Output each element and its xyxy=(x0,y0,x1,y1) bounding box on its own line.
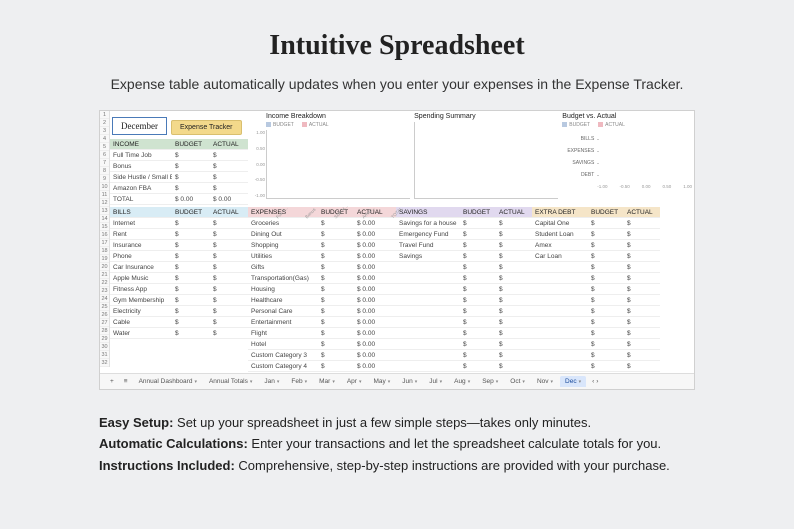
table-row[interactable]: Rent$$ xyxy=(110,229,248,240)
chart-legend: BUDGETACTUAL xyxy=(266,122,410,128)
tab-annual-totals[interactable]: Annual Totals▾ xyxy=(204,376,257,387)
table-row[interactable]: Car Loan$$ xyxy=(532,251,660,262)
table-row[interactable]: Capital One$$ xyxy=(532,218,660,229)
table-row[interactable]: Housing$$ 0.00 xyxy=(248,284,396,295)
table-row[interactable]: Flight$$ 0.00 xyxy=(248,328,396,339)
table-row[interactable]: Transportation(Gas)$$ 0.00 xyxy=(248,273,396,284)
table-row[interactable]: Fitness App$$ xyxy=(110,284,248,295)
chart-title: Income Breakdown xyxy=(266,113,410,120)
table-row[interactable]: $$ xyxy=(396,262,532,273)
table-row[interactable]: Entertainment$$ 0.00 xyxy=(248,317,396,328)
table-row[interactable]: $$ xyxy=(532,339,660,350)
chart-title: Budget vs. Actual xyxy=(562,113,692,120)
table-row[interactable]: Electricity$$ xyxy=(110,306,248,317)
table-row[interactable]: Shopping$$ 0.00 xyxy=(248,240,396,251)
add-sheet-icon[interactable]: + xyxy=(106,378,118,385)
feature-line: Easy Setup: Set up your spreadsheet in j… xyxy=(99,412,695,433)
sheet-tabs: + ≡ Annual Dashboard▾Annual Totals▾Jan▾F… xyxy=(100,373,694,389)
page-title: Intuitive Spreadsheet xyxy=(0,0,794,62)
table-row[interactable]: $$ xyxy=(532,262,660,273)
tab-jun[interactable]: Jun▾ xyxy=(397,376,422,387)
scroll-right-icon[interactable]: › xyxy=(596,378,598,385)
table-row[interactable]: Dining Out$$ 0.00 xyxy=(248,229,396,240)
row-numbers: 1234567891011121314151617181920212223242… xyxy=(100,111,110,367)
table-row[interactable]: $$ xyxy=(532,295,660,306)
expenses-table: EXPENSESBUDGETACTUALGroceries$$ 0.00Dini… xyxy=(248,207,396,390)
table-row[interactable]: $$ xyxy=(396,284,532,295)
table-row[interactable]: $$ xyxy=(396,317,532,328)
table-row[interactable]: Travel Fund$$ xyxy=(396,240,532,251)
chart-title: Spending Summary xyxy=(414,113,558,120)
tab-may[interactable]: May▾ xyxy=(368,376,395,387)
table-row[interactable]: $$ xyxy=(532,361,660,372)
month-cell[interactable]: December xyxy=(112,117,167,135)
table-row[interactable]: Emergency Fund$$ xyxy=(396,229,532,240)
table-row[interactable]: Custom Category 4$$ 0.00 xyxy=(248,361,396,372)
tab-jul[interactable]: Jul▾ xyxy=(424,376,447,387)
table-row[interactable]: $$ xyxy=(532,350,660,361)
table-row[interactable]: $$ xyxy=(532,306,660,317)
table-row[interactable]: Gym Membership$$ xyxy=(110,295,248,306)
tab-nov[interactable]: Nov▾ xyxy=(532,376,558,387)
tab-dec[interactable]: Dec▾ xyxy=(560,376,586,387)
spreadsheet-preview: 1234567891011121314151617181920212223242… xyxy=(99,110,695,390)
table-row[interactable]: Cable$$ xyxy=(110,317,248,328)
table-row[interactable]: $$ xyxy=(532,328,660,339)
chart-spending-summary: Spending Summary xyxy=(414,113,558,199)
table-row[interactable]: Custom Category 3$$ 0.00 xyxy=(248,350,396,361)
table-row[interactable]: Internet$$ xyxy=(110,218,248,229)
chart-income-breakdown: Income Breakdown BUDGETACTUAL 1.000.500.… xyxy=(266,113,410,199)
table-row[interactable]: $$ xyxy=(396,306,532,317)
table-row[interactable]: $$ xyxy=(396,328,532,339)
table-row[interactable]: Side Hustle / Small Biz$$ xyxy=(110,172,248,183)
tab-sep[interactable]: Sep▾ xyxy=(477,376,503,387)
table-row[interactable]: $$ xyxy=(532,284,660,295)
tab-oct[interactable]: Oct▾ xyxy=(505,376,530,387)
table-row[interactable]: $$ xyxy=(396,339,532,350)
table-row[interactable]: Savings$$ xyxy=(396,251,532,262)
expense-tracker-button[interactable]: Expense Tracker xyxy=(171,120,242,135)
table-row[interactable]: Student Loan$$ xyxy=(532,229,660,240)
table-row[interactable]: Full Time Job$$ xyxy=(110,150,248,161)
feature-line: Instructions Included: Comprehensive, st… xyxy=(99,455,695,476)
scroll-left-icon[interactable]: ‹ xyxy=(592,378,594,385)
features-list: Easy Setup: Set up your spreadsheet in j… xyxy=(99,412,695,476)
tab-aug[interactable]: Aug▾ xyxy=(449,376,475,387)
table-row[interactable]: Amex$$ xyxy=(532,240,660,251)
table-row[interactable]: Insurance$$ xyxy=(110,240,248,251)
table-row[interactable]: Water$$ xyxy=(110,328,248,339)
tab-apr[interactable]: Apr▾ xyxy=(342,376,367,387)
table-row[interactable]: Hotel$$ 0.00 xyxy=(248,339,396,350)
table-row[interactable]: Apple Music$$ xyxy=(110,273,248,284)
income-table: INCOMEBUDGETACTUALFull Time Job$$Bonus$$… xyxy=(110,139,248,205)
tab-feb[interactable]: Feb▾ xyxy=(286,376,312,387)
bills-table: BILLSBUDGETACTUALInternet$$Rent$$Insuran… xyxy=(110,207,248,390)
table-row[interactable]: Amazon FBA$$ xyxy=(110,183,248,194)
table-row[interactable]: $$ xyxy=(532,317,660,328)
savings-table: SAVINGSBUDGETACTUALSavings for a house$$… xyxy=(396,207,532,390)
feature-line: Automatic Calculations: Enter your trans… xyxy=(99,433,695,454)
table-row[interactable]: $$ xyxy=(396,361,532,372)
table-row[interactable]: Gifts$$ 0.00 xyxy=(248,262,396,273)
table-row[interactable]: $$ xyxy=(396,273,532,284)
subtitle: Expense table automatically updates when… xyxy=(0,76,794,92)
table-row[interactable]: Personal Care$$ 0.00 xyxy=(248,306,396,317)
chart-budget-vs-actual: Budget vs. Actual BUDGETACTUAL BILLS EXP… xyxy=(562,113,692,199)
table-row[interactable]: Groceries$$ 0.00 xyxy=(248,218,396,229)
table-row[interactable]: Healthcare$$ 0.00 xyxy=(248,295,396,306)
tab-annual-dashboard[interactable]: Annual Dashboard▾ xyxy=(134,376,202,387)
table-row[interactable]: Savings for a house$$ xyxy=(396,218,532,229)
table-row[interactable]: Utilities$$ 0.00 xyxy=(248,251,396,262)
table-row[interactable]: Bonus$$ xyxy=(110,161,248,172)
chart-legend: BUDGETACTUAL xyxy=(562,122,692,128)
table-row[interactable]: Phone$$ xyxy=(110,251,248,262)
debt-table: EXTRA DEBTBUDGETACTUALCapital One$$Stude… xyxy=(532,207,660,390)
table-row[interactable]: Car Insurance$$ xyxy=(110,262,248,273)
table-row[interactable]: $$ xyxy=(396,350,532,361)
table-row[interactable]: $$ xyxy=(396,295,532,306)
table-row[interactable]: $$ xyxy=(532,273,660,284)
tab-mar[interactable]: Mar▾ xyxy=(314,376,340,387)
tab-jan[interactable]: Jan▾ xyxy=(259,376,284,387)
sheets-menu-icon[interactable]: ≡ xyxy=(120,378,132,385)
